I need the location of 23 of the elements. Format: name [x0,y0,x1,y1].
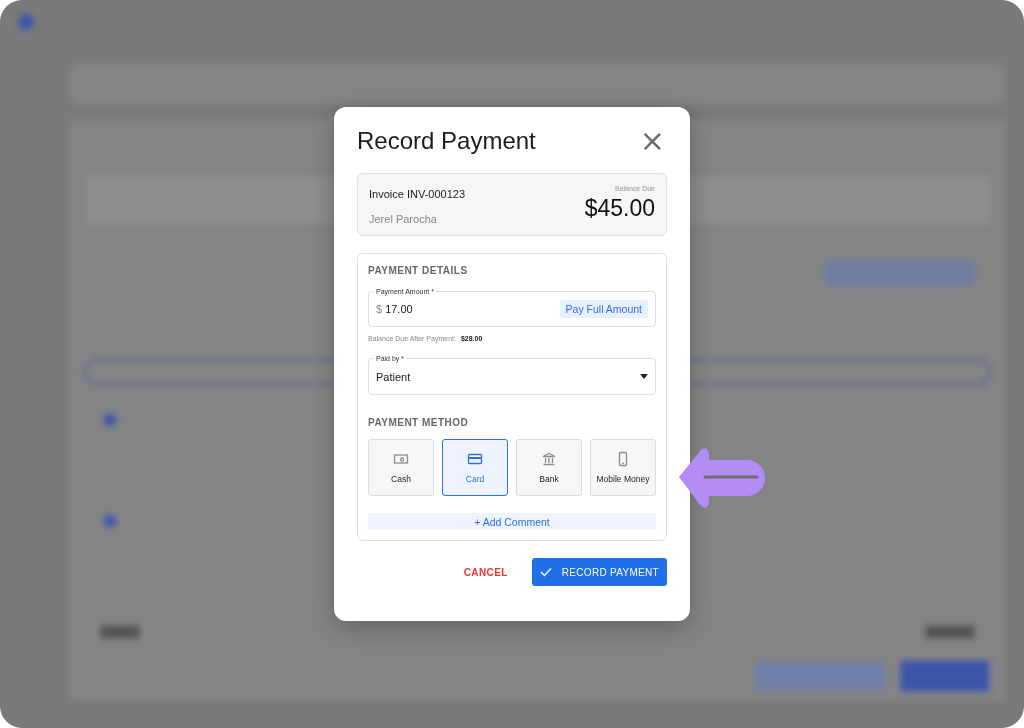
currency-symbol: $ [376,303,383,315]
record-payment-button[interactable]: RECORD PAYMENT [531,558,667,586]
banknote-icon [393,451,409,467]
pay-full-amount-button[interactable]: Pay Full Amount [559,300,648,318]
invoice-number: Invoice INV-000123 [369,188,465,200]
credit-card-icon [467,451,483,467]
cancel-button[interactable]: CANCEL [453,560,518,584]
amount-value: 17.00 [385,303,414,315]
payment-method-option[interactable]: Card [442,439,508,496]
select-value: Patient [376,370,412,383]
bank-icon [541,451,557,467]
close-button[interactable]: × [637,127,667,155]
balance-amount: $45.00 [584,195,655,222]
patient-name: Jerel Parocha [369,213,437,225]
dialog-title: Record Payment [357,127,536,155]
payment-method-option[interactable]: Bank [516,439,582,496]
section-heading: PAYMENT METHOD [368,417,470,428]
section-heading: PAYMENT DETAILS [368,265,469,276]
add-comment-button[interactable]: + Add Comment [368,513,656,530]
payment-method-option[interactable]: Mobile Money [590,439,656,496]
payment-method-option[interactable]: Cash [368,439,434,496]
check-icon [539,567,552,577]
dropdown-caret-icon [640,374,648,379]
